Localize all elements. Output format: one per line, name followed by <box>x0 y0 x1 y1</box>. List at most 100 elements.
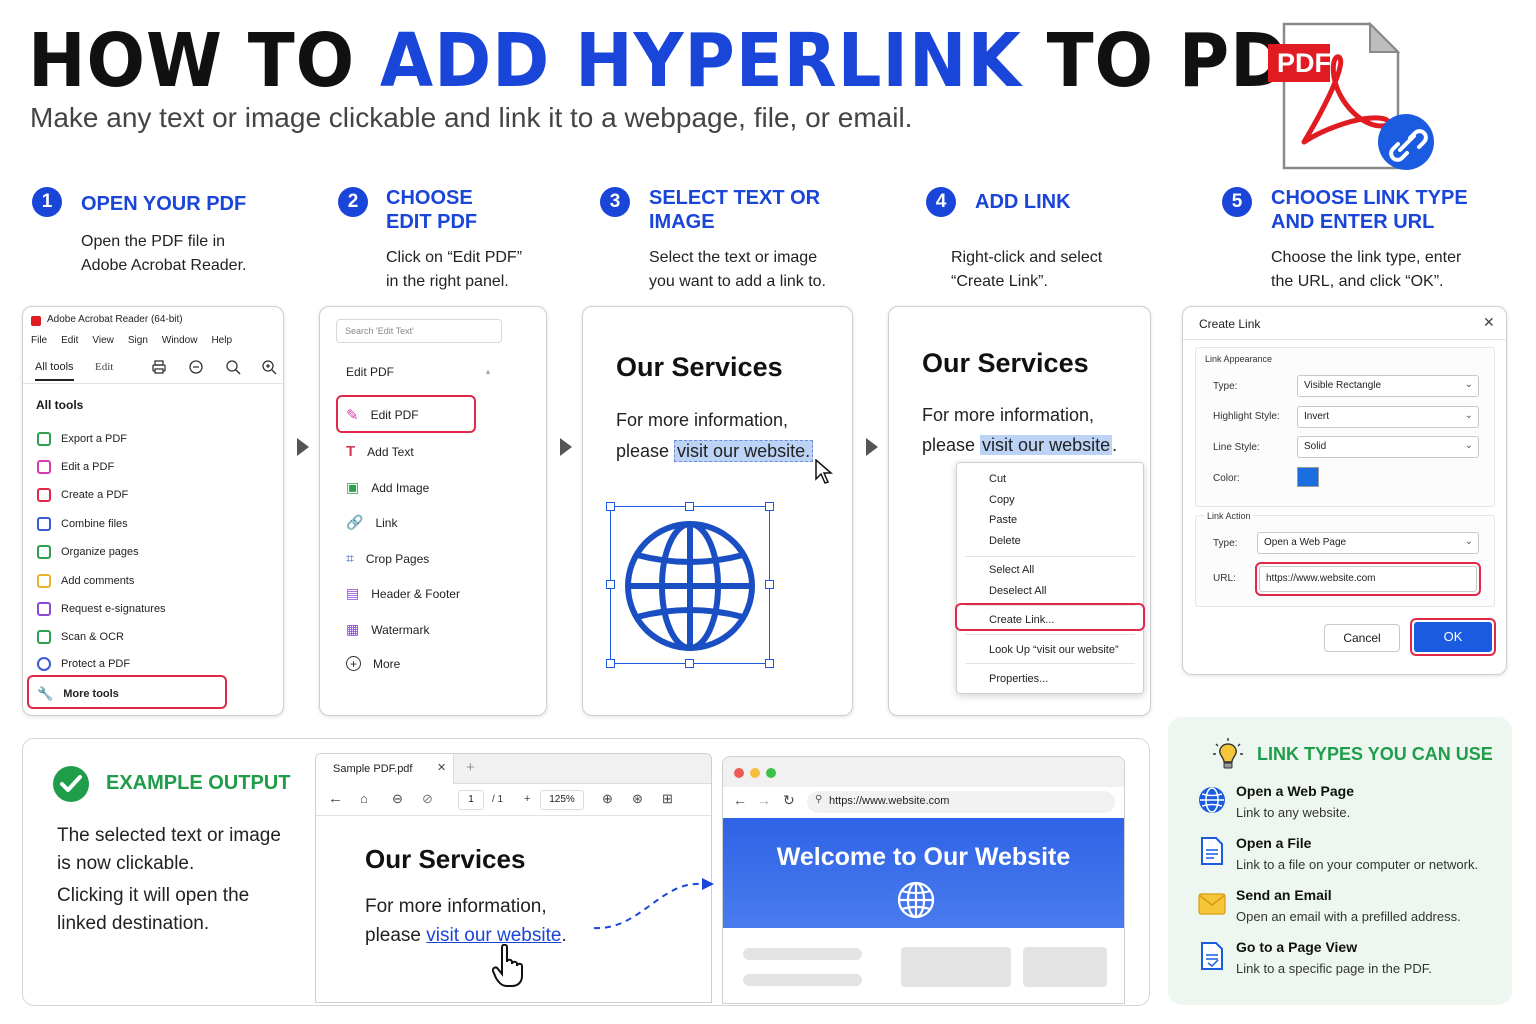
selected-text[interactable]: visit our website. <box>674 440 814 462</box>
tool-create-pdf[interactable]: Create a PDF <box>37 488 128 502</box>
page-total: / 1 <box>492 794 504 805</box>
step-number: 2 <box>338 187 368 217</box>
back-icon[interactable]: ← <box>328 790 343 807</box>
doc-line-1: For more information, <box>922 405 1095 425</box>
maximize-dot[interactable] <box>766 768 776 778</box>
tool-protect-pdf[interactable]: Protect a PDF <box>37 657 130 671</box>
reload-icon[interactable]: ↻ <box>783 792 795 809</box>
tab-all-tools[interactable]: All tools <box>35 361 74 381</box>
step-description: Open the PDF file in Adobe Acrobat Reader… <box>81 233 247 274</box>
file-icon <box>1201 837 1223 865</box>
print-icon[interactable] <box>151 359 167 375</box>
search-input[interactable]: Search 'Edit Text' <box>336 319 502 343</box>
comment-icon[interactable] <box>188 359 204 375</box>
tool-scan-ocr[interactable]: Scan & OCR <box>37 630 124 644</box>
home-icon[interactable]: ⌂ <box>360 791 368 806</box>
resize-handle[interactable] <box>765 659 774 668</box>
comments-icon <box>37 574 51 588</box>
resize-handle[interactable] <box>606 580 615 589</box>
menu-item-select-all[interactable]: Select All <box>989 564 1034 576</box>
fit-page-icon[interactable]: ⊞ <box>662 791 673 807</box>
tool-crop-pages[interactable]: ⌗ Crop Pages <box>346 550 429 567</box>
action-type-select[interactable]: Open a Web Page ⌄ <box>1257 532 1479 554</box>
resize-handle[interactable] <box>765 580 774 589</box>
step-title: CHOOSE EDIT PDF <box>386 187 478 233</box>
tool-add-image[interactable]: ▣ Add Image <box>346 479 429 496</box>
next-arrow-icon <box>560 438 572 456</box>
doc-line-1: For more information, <box>616 410 789 430</box>
step-number: 3 <box>600 187 630 217</box>
link-type-title: Open a File <box>1236 835 1312 851</box>
globe-icon <box>897 881 935 919</box>
context-menu: Cut Copy Paste Delete Select All Deselec… <box>956 462 1144 694</box>
hero-heading: Welcome to Our Website <box>776 843 1071 871</box>
tool-header-footer[interactable]: ▤ Header & Footer <box>346 585 460 602</box>
tool-combine-files[interactable]: Combine files <box>37 517 128 531</box>
close-tab-icon[interactable]: ✕ <box>437 761 446 774</box>
menu-item-paste[interactable]: Paste <box>989 514 1017 526</box>
color-swatch[interactable] <box>1297 467 1319 487</box>
selected-text[interactable]: visit our website <box>980 435 1113 455</box>
tool-request-esignatures[interactable]: Request e-signatures <box>37 602 166 616</box>
close-icon[interactable]: ✕ <box>1483 314 1495 331</box>
menu-sign[interactable]: Sign <box>128 335 148 346</box>
zoom-in-icon[interactable] <box>261 359 277 375</box>
resize-handle[interactable] <box>765 502 774 511</box>
forward-icon[interactable]: → <box>757 792 771 808</box>
toolbar <box>316 784 711 816</box>
menu-item-properties[interactable]: Properties... <box>989 673 1048 685</box>
section-heading: All tools <box>36 398 84 412</box>
line-style-select[interactable]: Solid ⌄ <box>1297 436 1479 458</box>
highlight-style-select[interactable]: Invert ⌄ <box>1297 406 1479 428</box>
tool-add-text[interactable]: T Add Text <box>346 443 414 460</box>
zoom-decrease-icon[interactable]: + <box>524 793 530 805</box>
type-select[interactable]: Visible Rectangle ⌄ <box>1297 375 1479 397</box>
collapse-icon[interactable]: ▴ <box>486 367 490 376</box>
cancel-button[interactable]: Cancel <box>1324 624 1400 652</box>
menu-help[interactable]: Help <box>211 335 232 346</box>
tab-edit[interactable]: Edit <box>95 361 113 373</box>
globe-icon <box>625 521 755 651</box>
new-tab-icon[interactable]: + <box>466 759 475 776</box>
tool-watermark[interactable]: ▦ Watermark <box>346 621 429 638</box>
menu-item-deselect-all[interactable]: Deselect All <box>989 585 1046 597</box>
tool-add-comments[interactable]: Add comments <box>37 574 134 588</box>
zoom-level[interactable]: 125% <box>540 790 584 810</box>
doc-heading: Our Services <box>616 352 783 382</box>
next-arrow-icon <box>866 438 878 456</box>
tool-export-pdf[interactable]: Export a PDF <box>37 432 127 446</box>
menu-separator <box>965 556 1135 557</box>
resize-handle[interactable] <box>606 659 615 668</box>
page-number-input[interactable]: 1 <box>458 790 484 810</box>
dialog-title: Create Link <box>1199 317 1261 331</box>
resize-handle[interactable] <box>685 659 694 668</box>
zoom-out-icon[interactable]: ⊖ <box>392 791 403 807</box>
tool-more[interactable]: + More <box>346 656 400 671</box>
menu-edit[interactable]: Edit <box>61 335 78 346</box>
menu-window[interactable]: Window <box>162 335 198 346</box>
close-dot[interactable] <box>734 768 744 778</box>
zoom-out-icon[interactable] <box>225 359 241 375</box>
back-icon[interactable]: ← <box>733 792 747 808</box>
tool-link[interactable]: 🔗 Link <box>346 514 397 531</box>
tool-organize-pages[interactable]: Organize pages <box>37 545 139 559</box>
menu-view[interactable]: View <box>92 335 114 346</box>
link-type-desc: Link to a file on your computer or netwo… <box>1236 857 1479 872</box>
step-title: SELECT TEXT OR IMAGE <box>649 187 821 233</box>
resize-handle[interactable] <box>606 502 615 511</box>
menu-file[interactable]: File <box>31 335 47 346</box>
menu-item-copy[interactable]: Copy <box>989 494 1015 506</box>
hyperlink[interactable]: visit our website <box>426 925 561 946</box>
panel-heading: Edit PDF <box>346 365 395 379</box>
zoom-fit-icon[interactable]: ⊘ <box>422 791 433 807</box>
zoom-in-icon[interactable]: ⊕ <box>602 791 613 807</box>
organize-icon <box>37 545 51 559</box>
minimize-dot[interactable] <box>750 768 760 778</box>
resize-handle[interactable] <box>685 502 694 511</box>
tool-edit-pdf[interactable]: Edit a PDF <box>37 460 114 474</box>
menu-item-look-up[interactable]: Look Up “visit our website” <box>989 644 1119 656</box>
create-link-dialog: Create Link ✕ Link Appearance Type: Visi… <box>1182 306 1507 675</box>
rotate-icon[interactable]: ⊛ <box>632 791 643 807</box>
menu-item-cut[interactable]: Cut <box>989 473 1006 485</box>
menu-item-delete[interactable]: Delete <box>989 535 1021 547</box>
